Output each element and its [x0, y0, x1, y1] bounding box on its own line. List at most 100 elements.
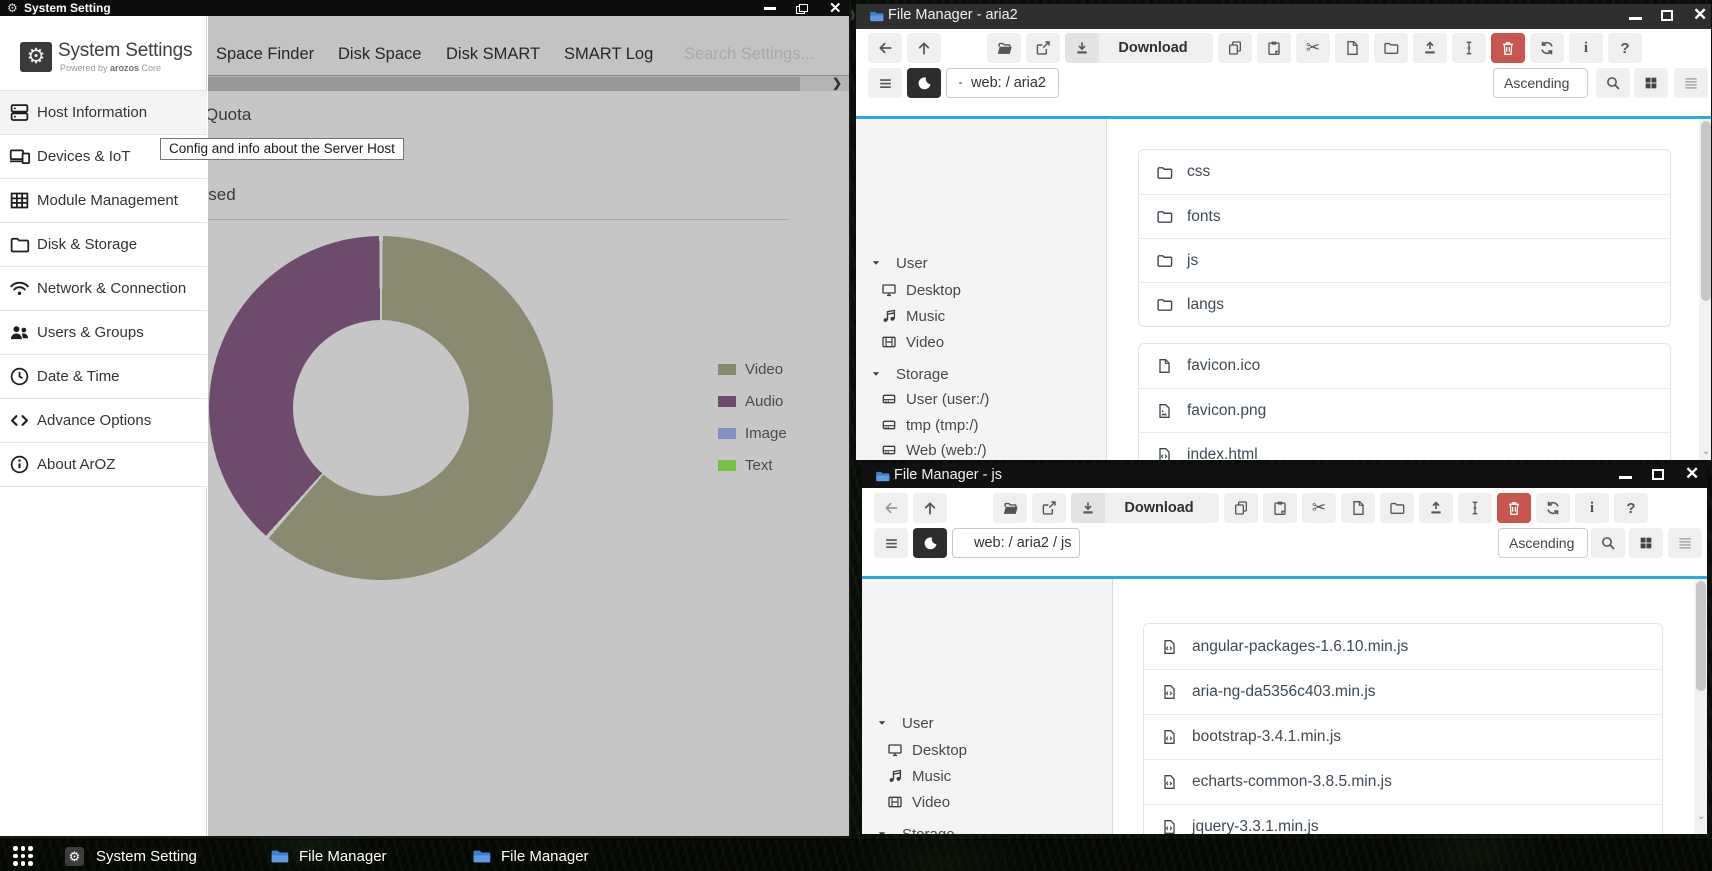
close-button[interactable]: ✕: [829, 0, 842, 17]
grid-view-button[interactable]: [1634, 68, 1668, 98]
new-file-button[interactable]: [1341, 493, 1375, 523]
tree-section-storage[interactable]: Storage: [856, 362, 1106, 386]
open-button[interactable]: [993, 493, 1027, 523]
back-button[interactable]: [868, 33, 902, 63]
folder-row-langs[interactable]: langs: [1139, 282, 1670, 326]
tree-item-tmp-drive[interactable]: tmp (tmp:/): [856, 413, 1106, 437]
tab-disk-smart[interactable]: Disk SMART: [446, 45, 540, 64]
scrollbar-thumb[interactable]: [1696, 581, 1706, 691]
scrollbar-thumb[interactable]: [1701, 121, 1711, 301]
tree-section-user[interactable]: User: [856, 251, 1106, 275]
list-view-button[interactable]: [1674, 68, 1708, 98]
file-row-aria-ng[interactable]: aria-ng-da5356c403.min.js: [1144, 669, 1662, 714]
cut-button[interactable]: ✂: [1302, 493, 1336, 523]
file-row-angular[interactable]: angular-packages-1.6.10.min.js: [1144, 624, 1662, 669]
upload-button[interactable]: [1413, 33, 1447, 63]
tree-item-user-drive[interactable]: User (user:/): [856, 387, 1106, 411]
file-row-index-html[interactable]: index.html: [1139, 432, 1670, 461]
download-button[interactable]: Download: [1065, 33, 1213, 63]
tree-item-video[interactable]: Video: [862, 790, 1112, 814]
refresh-button[interactable]: [1530, 33, 1564, 63]
delete-button[interactable]: [1491, 33, 1525, 63]
fm1-titlebar[interactable]: File Manager - aria2 ✕: [856, 4, 1711, 29]
help-button[interactable]: ?: [1614, 493, 1648, 523]
donut-chart[interactable]: [209, 236, 553, 580]
upload-button[interactable]: [1419, 493, 1453, 523]
scroll-down-arrow[interactable]: ⌄: [1702, 446, 1710, 457]
maximize-button[interactable]: [1652, 469, 1664, 480]
info-button[interactable]: i: [1569, 33, 1603, 63]
menu-button[interactable]: [868, 68, 902, 98]
paste-button[interactable]: [1257, 33, 1291, 63]
nav-item-network-connection[interactable]: Network & Connection: [0, 267, 207, 311]
delete-button[interactable]: [1497, 493, 1531, 523]
tree-item-music[interactable]: Music: [862, 764, 1112, 788]
folder-row-js[interactable]: js: [1139, 238, 1670, 282]
tree-section-user[interactable]: User: [862, 711, 1112, 735]
new-folder-button[interactable]: [1380, 493, 1414, 523]
nav-item-disk-storage[interactable]: Disk & Storage: [0, 223, 207, 267]
scrollbar-thumb[interactable]: [208, 77, 800, 92]
folder-row-css[interactable]: css: [1139, 150, 1670, 194]
restore-button-front[interactable]: [799, 4, 808, 12]
menu-button[interactable]: [874, 528, 908, 558]
breadcrumb[interactable]: web: / aria2 / js: [952, 528, 1080, 558]
folder-row-fonts[interactable]: fonts: [1139, 194, 1670, 238]
dark-mode-button[interactable]: [913, 528, 947, 558]
fm2-titlebar[interactable]: File Manager - js ✕: [862, 464, 1707, 488]
file-row-favicon-png[interactable]: favicon.png: [1139, 388, 1670, 432]
info-button[interactable]: i: [1575, 493, 1609, 523]
system-settings-titlebar[interactable]: ⚙ System Setting ✕: [0, 0, 849, 16]
file-row-jquery[interactable]: jquery-3.3.1.min.js: [1144, 804, 1662, 835]
tab-smart-log[interactable]: SMART Log: [564, 45, 653, 64]
rename-button[interactable]: [1452, 33, 1486, 63]
nav-item-users-groups[interactable]: Users & Groups: [0, 311, 207, 355]
file-row-favicon-ico[interactable]: favicon.ico: [1139, 344, 1670, 388]
nav-item-module-management[interactable]: Module Management: [0, 179, 207, 223]
minimize-button[interactable]: [764, 7, 776, 10]
open-external-button[interactable]: [1026, 33, 1060, 63]
nav-item-date-time[interactable]: Date & Time: [0, 355, 207, 399]
tree-section-storage[interactable]: Storage: [862, 822, 1112, 835]
horizontal-scrollbar[interactable]: ❯: [208, 75, 849, 91]
new-file-button[interactable]: [1335, 33, 1369, 63]
tab-disk-space[interactable]: Disk Space: [338, 45, 421, 64]
nav-item-advance-options[interactable]: Advance Options: [0, 399, 207, 443]
up-button[interactable]: [907, 33, 941, 63]
rename-button[interactable]: [1458, 493, 1492, 523]
dark-mode-button[interactable]: [907, 68, 941, 98]
minimize-button[interactable]: [1629, 17, 1642, 20]
close-button[interactable]: ✕: [1693, 5, 1707, 25]
search-button[interactable]: [1591, 528, 1625, 558]
tree-item-video[interactable]: Video: [856, 330, 1106, 354]
taskbar-item-system-setting[interactable]: ⚙ System Setting: [65, 840, 197, 871]
file-row-bootstrap[interactable]: bootstrap-3.4.1.min.js: [1144, 714, 1662, 759]
tree-item-music[interactable]: Music: [856, 304, 1106, 328]
scrollbar-right-arrow[interactable]: ❯: [832, 76, 842, 91]
copy-button[interactable]: [1224, 493, 1258, 523]
download-button[interactable]: Download: [1071, 493, 1219, 523]
nav-item-host-information[interactable]: Host Information: [0, 91, 207, 135]
nav-item-about-aroz[interactable]: About ArOZ: [0, 443, 207, 487]
scroll-down-arrow[interactable]: ⌄: [1697, 811, 1705, 822]
tree-item-desktop[interactable]: Desktop: [856, 278, 1106, 302]
up-button[interactable]: [913, 493, 947, 523]
paste-button[interactable]: [1263, 493, 1297, 523]
search-settings-input[interactable]: Search Settings...: [684, 45, 814, 64]
open-button[interactable]: [987, 33, 1021, 63]
sort-dropdown[interactable]: Ascending: [1493, 68, 1588, 98]
cut-button[interactable]: ✂: [1296, 33, 1330, 63]
back-button[interactable]: [874, 493, 908, 523]
taskbar-item-file-manager-1[interactable]: File Manager: [270, 840, 387, 871]
minimize-button[interactable]: [1619, 476, 1632, 479]
legend-item-video[interactable]: Video: [718, 363, 783, 375]
tree-item-desktop[interactable]: Desktop: [862, 738, 1112, 762]
list-view-button[interactable]: [1668, 528, 1702, 558]
file-row-echarts[interactable]: echarts-common-3.8.5.min.js: [1144, 759, 1662, 804]
copy-button[interactable]: [1218, 33, 1252, 63]
maximize-button[interactable]: [1661, 10, 1673, 21]
taskbar-item-file-manager-2[interactable]: File Manager: [472, 840, 589, 871]
open-external-button[interactable]: [1032, 493, 1066, 523]
search-button[interactable]: [1596, 68, 1630, 98]
grid-view-button[interactable]: [1629, 528, 1663, 558]
